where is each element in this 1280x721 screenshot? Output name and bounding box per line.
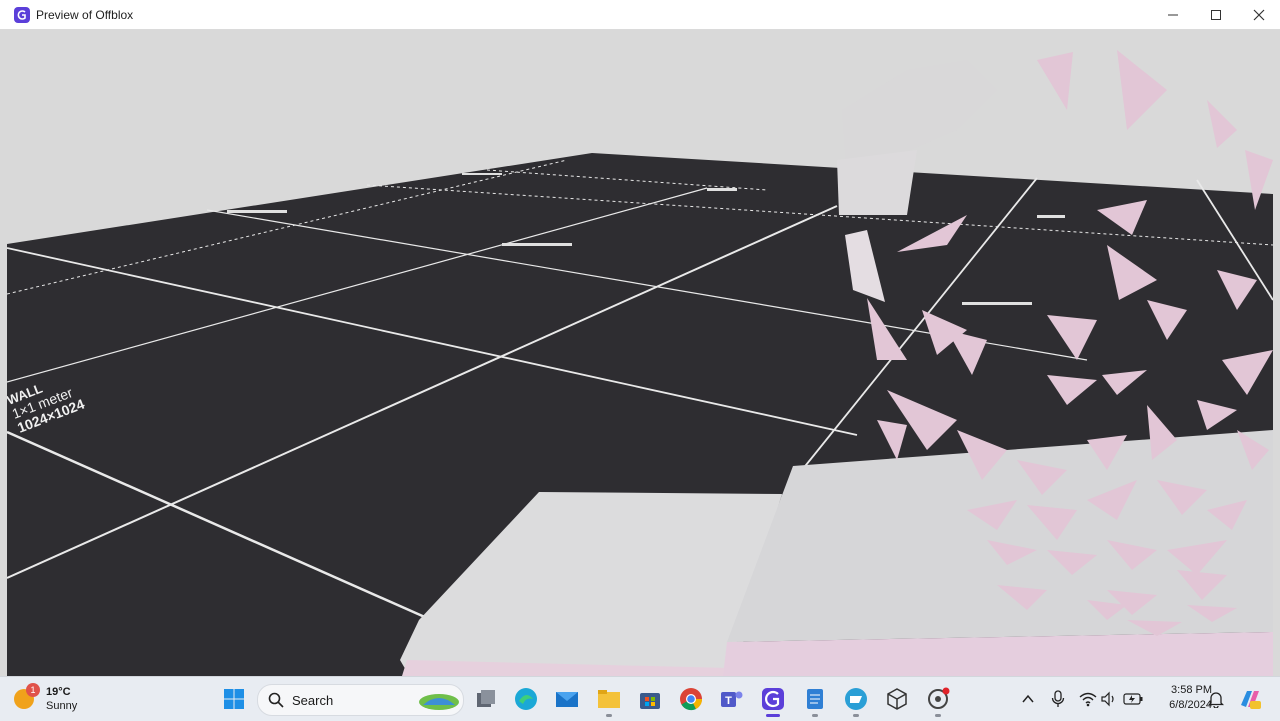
window-title: Preview of Offblox [36, 7, 134, 22]
battery-button[interactable] [1121, 686, 1145, 712]
volume-icon [1101, 691, 1114, 707]
sun-icon: 1 [14, 683, 40, 709]
weather-badge: 1 [26, 683, 40, 697]
volume-button[interactable] [1098, 686, 1120, 712]
microphone-icon [1051, 690, 1065, 707]
battery-icon [1123, 693, 1143, 705]
offblox-icon [762, 688, 784, 710]
wifi-button[interactable] [1076, 686, 1100, 712]
taskbar-clock[interactable]: 3:58 PM 6/8/2024 [1148, 683, 1212, 713]
store-button[interactable] [637, 686, 663, 712]
scene-render: WALL 1×1 meter 1024×1024 [7, 30, 1273, 676]
copilot-icon [1241, 691, 1261, 709]
running-indicator [606, 714, 612, 717]
taskbar: 1 19°C Sunny Search T 3:58 PM 6/8/2024 [0, 676, 1280, 721]
file-explorer-button[interactable] [596, 686, 622, 717]
svg-text:T: T [725, 695, 732, 707]
active-indicator [766, 714, 780, 717]
close-icon [1253, 9, 1264, 20]
3d-viewer-button[interactable] [884, 686, 910, 712]
minimize-button[interactable] [1151, 0, 1194, 29]
maximize-icon [1210, 9, 1221, 20]
task-view-button[interactable] [473, 686, 499, 712]
clock-time: 3:58 PM [1171, 684, 1212, 696]
wifi-icon [1079, 692, 1097, 707]
notifications-button[interactable] [1204, 686, 1228, 712]
task-view-icon [477, 690, 495, 707]
chrome-icon [680, 688, 703, 711]
offblox-app-icon [14, 6, 30, 23]
running-indicator [812, 714, 818, 717]
microphone-button[interactable] [1046, 686, 1070, 712]
bell-icon [1208, 692, 1224, 708]
mail-button[interactable] [554, 686, 580, 712]
search-icon [268, 692, 284, 708]
weather-temperature: 19°C [46, 686, 71, 698]
weather-widget[interactable]: 1 19°C Sunny [14, 682, 77, 716]
chrome-button[interactable] [678, 686, 704, 712]
windows-start-icon [224, 689, 244, 709]
edge-icon [515, 688, 537, 710]
teams-icon: T [721, 691, 743, 707]
title-bar: Preview of Offblox [0, 0, 1280, 30]
chevron-up-icon [1022, 694, 1034, 703]
copilot-button[interactable] [1237, 686, 1263, 712]
game-viewport[interactable]: WALL 1×1 meter 1024×1024 [7, 30, 1273, 676]
search-highlight-icon [419, 694, 459, 710]
close-button[interactable] [1237, 0, 1280, 29]
offblox-taskbar-button[interactable] [760, 686, 786, 717]
show-hidden-icons-button[interactable] [1016, 686, 1040, 712]
taskbar-search[interactable]: Search [257, 684, 464, 716]
app-icon [845, 688, 867, 710]
notepad-button[interactable] [802, 686, 828, 717]
search-placeholder: Search [292, 692, 334, 708]
teams-button[interactable]: T [719, 686, 745, 712]
clock-date: 6/8/2024 [1169, 699, 1212, 711]
3d-viewer-icon [887, 688, 907, 710]
running-indicator [853, 714, 859, 717]
mail-icon [556, 692, 578, 707]
store-icon [640, 693, 660, 709]
weather-condition: Sunny [46, 700, 78, 712]
edge-button[interactable] [513, 686, 539, 712]
recorder-icon [928, 687, 950, 709]
maximize-button[interactable] [1194, 0, 1237, 29]
notepad-icon [807, 689, 823, 709]
app-button[interactable] [843, 686, 869, 717]
windows-start-button[interactable] [221, 686, 247, 712]
recorder-button[interactable] [925, 686, 951, 717]
running-indicator [935, 714, 941, 717]
file-explorer-icon [598, 690, 620, 708]
minimize-icon [1167, 14, 1178, 15]
